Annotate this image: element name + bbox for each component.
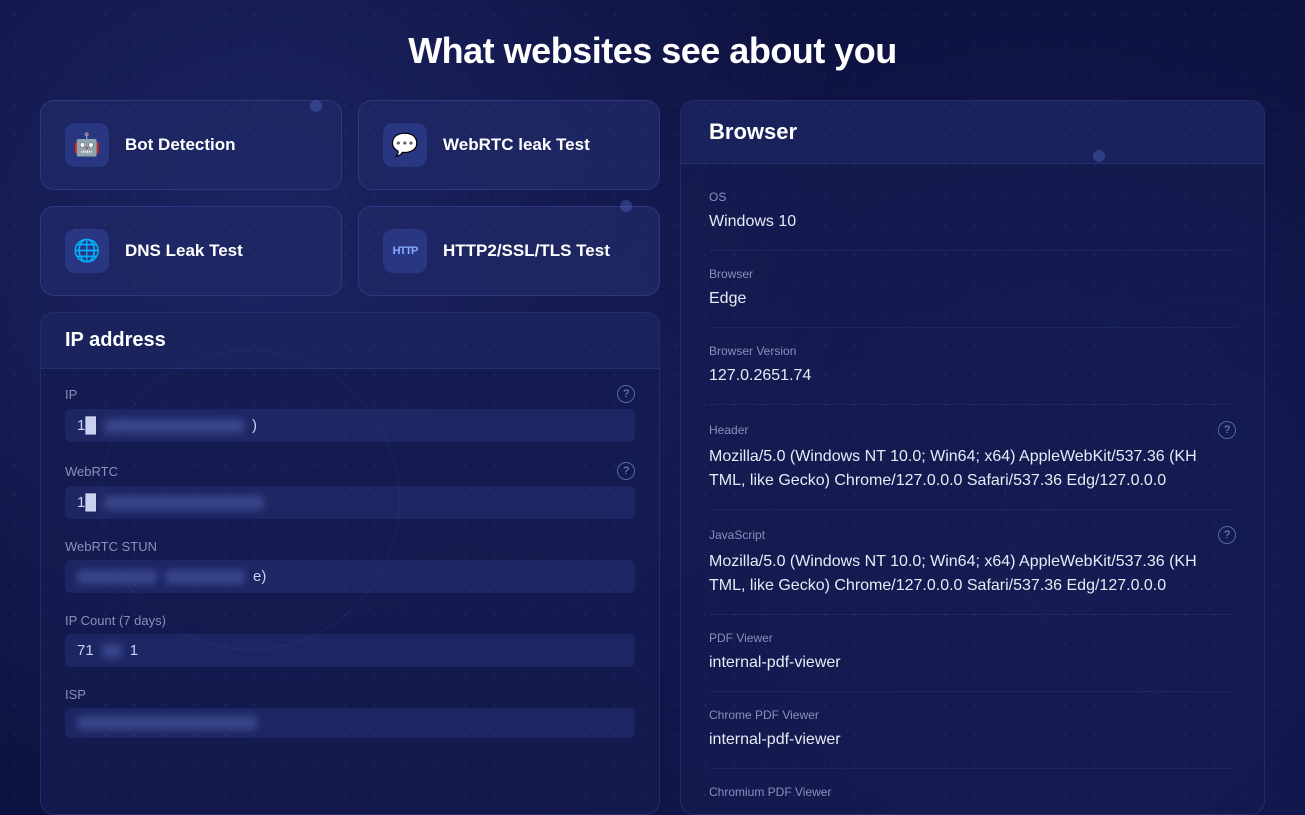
ip-count-field: IP Count (7 days) 71 1 — [65, 613, 635, 667]
ip-count-value: 71 1 — [65, 634, 635, 667]
chrome-pdf-header: Chrome PDF Viewer — [709, 708, 1236, 722]
webrtc-label: WebRTC leak Test — [443, 135, 590, 155]
http-icon: HTTP — [383, 229, 427, 273]
chrome-pdf-value: internal-pdf-viewer — [709, 728, 1236, 752]
chromium-pdf-viewer-field: Chromium PDF Viewer — [709, 769, 1236, 814]
dns-leak-button[interactable]: 🌐 DNS Leak Test — [40, 206, 342, 296]
browser-name-header: Browser — [709, 267, 1236, 281]
count-blur — [102, 644, 122, 658]
ip-help-button[interactable]: ? — [617, 385, 635, 403]
ip-count-label: IP Count (7 days) — [65, 613, 166, 628]
chromium-pdf-label: Chromium PDF Viewer — [709, 785, 831, 799]
browser-name-label: Browser — [709, 267, 753, 281]
chrome-pdf-viewer-field: Chrome PDF Viewer internal-pdf-viewer — [709, 692, 1236, 769]
os-label: OS — [709, 190, 726, 204]
stun-blur-2 — [165, 570, 245, 584]
os-field: OS Windows 10 — [709, 174, 1236, 251]
os-header: OS — [709, 190, 1236, 204]
bot-detection-icon: 🤖 — [65, 123, 109, 167]
nav-buttons: 🤖 Bot Detection 💬 WebRTC leak Test 🌐 DNS… — [40, 100, 660, 296]
stun-blur-1 — [77, 570, 157, 584]
chrome-pdf-label: Chrome PDF Viewer — [709, 708, 819, 722]
isp-field: ISP — [65, 687, 635, 738]
isp-header: ISP — [65, 687, 635, 702]
os-value: Windows 10 — [709, 210, 1236, 234]
ip-count-header: IP Count (7 days) — [65, 613, 635, 628]
isp-label: ISP — [65, 687, 86, 702]
pdf-viewer-label: PDF Viewer — [709, 631, 773, 645]
browser-version-label: Browser Version — [709, 344, 796, 358]
http2-label: HTTP2/SSL/TLS Test — [443, 241, 610, 261]
bot-detection-label: Bot Detection — [125, 135, 236, 155]
webrtc-blur — [104, 496, 264, 510]
ip-blur — [104, 419, 244, 433]
header-label: Header — [709, 423, 748, 437]
bot-detection-button[interactable]: 🤖 Bot Detection — [40, 100, 342, 190]
isp-blur — [77, 716, 257, 730]
dns-icon: 🌐 — [65, 229, 109, 273]
isp-value — [65, 708, 635, 738]
webrtc-leak-button[interactable]: 💬 WebRTC leak Test — [358, 100, 660, 190]
webrtc-icon: 💬 — [383, 123, 427, 167]
webrtc-help-button[interactable]: ? — [617, 462, 635, 480]
ip-card-title: IP address — [41, 313, 659, 369]
ip-field-label: IP — [65, 387, 77, 402]
browser-title: Browser — [681, 101, 1264, 164]
page-title: What websites see about you — [0, 0, 1305, 100]
chromium-pdf-header: Chromium PDF Viewer — [709, 785, 1236, 799]
http2-ssl-button[interactable]: HTTP HTTP2/SSL/TLS Test — [358, 206, 660, 296]
javascript-label: JavaScript — [709, 528, 765, 542]
dns-label: DNS Leak Test — [125, 241, 243, 261]
